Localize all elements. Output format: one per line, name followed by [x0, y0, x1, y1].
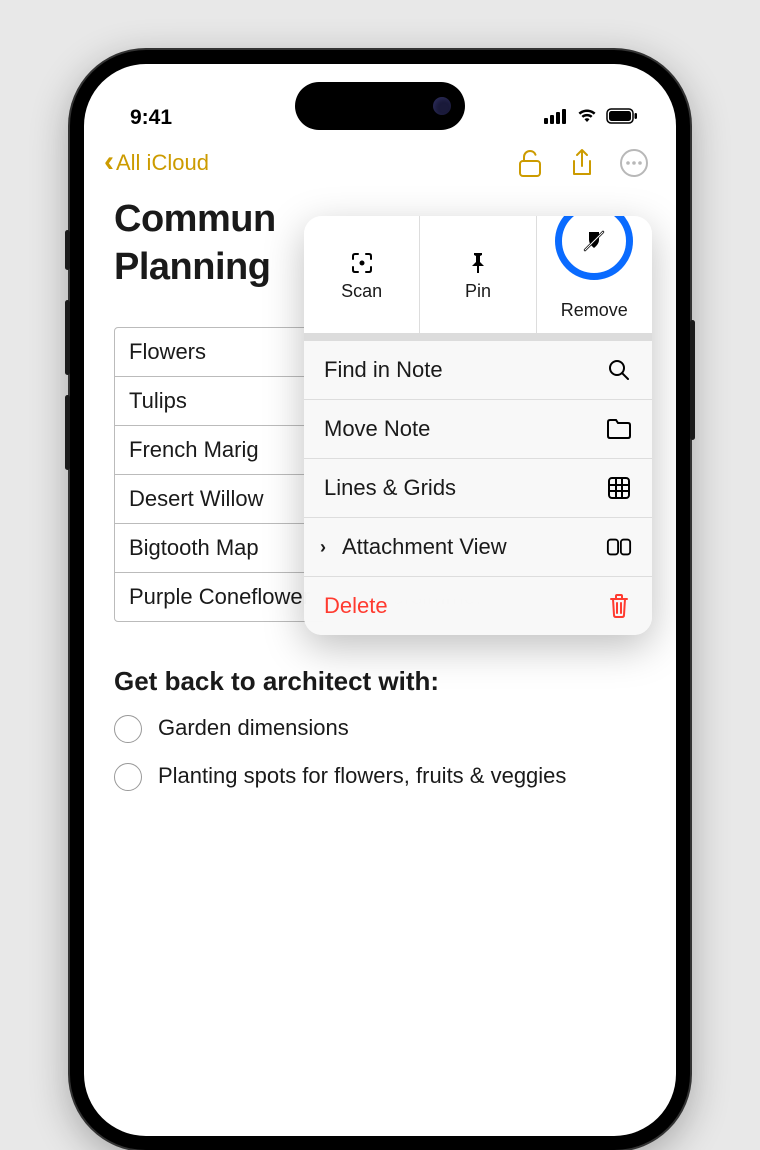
- menu-list: Find in Note Move Note Lines & Grids: [304, 341, 652, 635]
- phone-volume-up: [65, 300, 70, 375]
- menu-top-label: Scan: [341, 281, 382, 302]
- menu-item-label: Find in Note: [324, 357, 594, 383]
- unlock-icon: [517, 149, 543, 177]
- back-label: All iCloud: [116, 150, 209, 176]
- phone-silent-switch: [65, 230, 70, 270]
- menu-delete[interactable]: Delete: [304, 577, 652, 635]
- menu-lines-grids[interactable]: Lines & Grids: [304, 459, 652, 518]
- cellular-icon: [544, 106, 568, 130]
- phone-frame: 9:41 ‹ All iCloud: [70, 50, 690, 1150]
- back-button[interactable]: ‹ All iCloud: [104, 150, 209, 177]
- search-icon: [606, 358, 632, 382]
- battery-icon: [606, 106, 638, 130]
- folder-icon: [606, 418, 632, 440]
- checkbox-icon[interactable]: [114, 715, 142, 743]
- menu-find-in-note[interactable]: Find in Note: [304, 341, 652, 400]
- dynamic-island: [295, 82, 465, 130]
- menu-item-label: Lines & Grids: [324, 475, 594, 501]
- attachment-view-icon: [606, 537, 632, 557]
- grid-icon: [606, 476, 632, 500]
- status-time: 9:41: [130, 106, 172, 130]
- checkbox-icon[interactable]: [114, 763, 142, 791]
- paint-slash-icon: [581, 228, 607, 254]
- share-button[interactable]: [560, 141, 604, 185]
- menu-top-label: Remove: [561, 300, 628, 321]
- checklist-item[interactable]: Planting spots for flowers, fruits & veg…: [114, 761, 646, 791]
- pin-icon: [468, 251, 488, 275]
- chevron-left-icon: ‹: [104, 147, 114, 177]
- highlight-circle: [555, 216, 633, 280]
- chevron-right-icon: ›: [320, 537, 326, 558]
- menu-move-note[interactable]: Move Note: [304, 400, 652, 459]
- section-heading[interactable]: Get back to architect with:: [114, 666, 646, 697]
- checklist-text[interactable]: Planting spots for flowers, fruits & veg…: [158, 761, 566, 791]
- menu-attachment-view[interactable]: › Attachment View: [304, 518, 652, 577]
- scan-button[interactable]: Scan: [304, 216, 420, 333]
- menu-top-label: Pin: [465, 281, 491, 302]
- menu-item-label: Move Note: [324, 416, 594, 442]
- checklist-text[interactable]: Garden dimensions: [158, 713, 349, 743]
- phone-power-button: [690, 320, 695, 440]
- scan-icon: [350, 251, 374, 275]
- more-icon: [619, 148, 649, 178]
- status-indicators: [544, 106, 638, 130]
- checklist: Garden dimensions Planting spots for flo…: [114, 713, 646, 791]
- phone-volume-down: [65, 395, 70, 470]
- front-camera: [433, 97, 451, 115]
- menu-top-actions: Scan Pin Remove: [304, 216, 652, 341]
- screen: 9:41 ‹ All iCloud: [84, 64, 676, 1136]
- menu-item-label: Attachment View: [342, 534, 594, 560]
- menu-item-label: Delete: [324, 593, 594, 619]
- remove-button[interactable]: Remove: [537, 216, 652, 333]
- trash-icon: [606, 593, 632, 619]
- nav-bar: ‹ All iCloud: [84, 136, 676, 190]
- wifi-icon: [576, 106, 598, 130]
- more-menu-popover: Scan Pin Remove Find: [304, 216, 652, 635]
- pin-button[interactable]: Pin: [420, 216, 536, 333]
- lock-button[interactable]: [508, 141, 552, 185]
- share-icon: [570, 148, 594, 178]
- more-button[interactable]: [612, 141, 656, 185]
- checklist-item[interactable]: Garden dimensions: [114, 713, 646, 743]
